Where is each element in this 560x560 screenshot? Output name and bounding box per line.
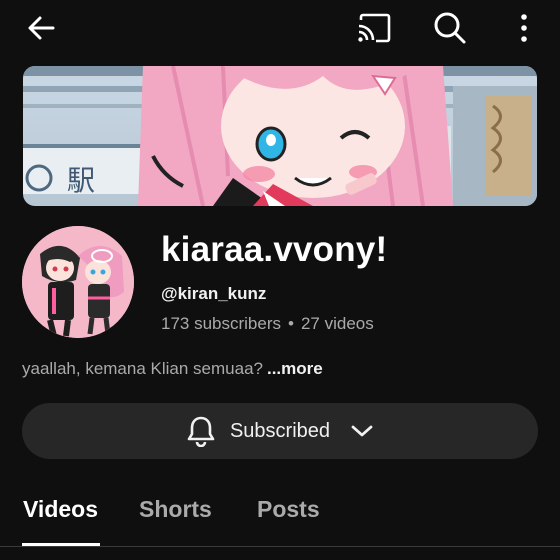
search-button[interactable] (428, 6, 472, 50)
chevron-down-icon (350, 423, 374, 439)
tab-videos[interactable]: Videos (23, 496, 98, 523)
more-vert-icon (521, 14, 527, 42)
tab-shorts[interactable]: Shorts (139, 496, 212, 523)
cast-button[interactable] (352, 6, 396, 50)
banner-sign-text: 駅 (67, 164, 95, 197)
channel-avatar[interactable] (22, 226, 134, 338)
top-app-bar (0, 0, 560, 58)
subscriber-count: 173 subscribers (161, 314, 282, 333)
banner-artwork: 駅 (23, 66, 537, 206)
bell-icon (186, 415, 216, 447)
stats-separator: • (288, 314, 294, 333)
search-icon (434, 12, 466, 44)
cast-icon (358, 13, 391, 43)
channel-stats: 173 subscribers • 27 videos (161, 314, 374, 334)
description-text: yaallah, kemana Klian semuaa? (22, 359, 263, 378)
back-button[interactable] (19, 6, 63, 50)
video-count: 27 videos (300, 314, 374, 333)
channel-banner: 駅 (23, 66, 537, 206)
tab-posts[interactable]: Posts (257, 496, 320, 523)
subscribed-label: Subscribed (229, 419, 331, 442)
channel-name: kiaraa.vvony! (161, 230, 388, 269)
channel-tabs: Videos Shorts Posts (0, 488, 560, 548)
more-options-button[interactable] (502, 6, 546, 50)
avatar-artwork (22, 226, 134, 338)
tabs-divider (0, 546, 560, 547)
channel-description[interactable]: yaallah, kemana Klian semuaa? ...more (22, 359, 323, 379)
back-arrow-icon (28, 16, 55, 40)
subscribed-button[interactable]: Subscribed (22, 403, 538, 459)
channel-handle: @kiran_kunz (161, 284, 267, 303)
description-more-link[interactable]: ...more (267, 359, 323, 378)
